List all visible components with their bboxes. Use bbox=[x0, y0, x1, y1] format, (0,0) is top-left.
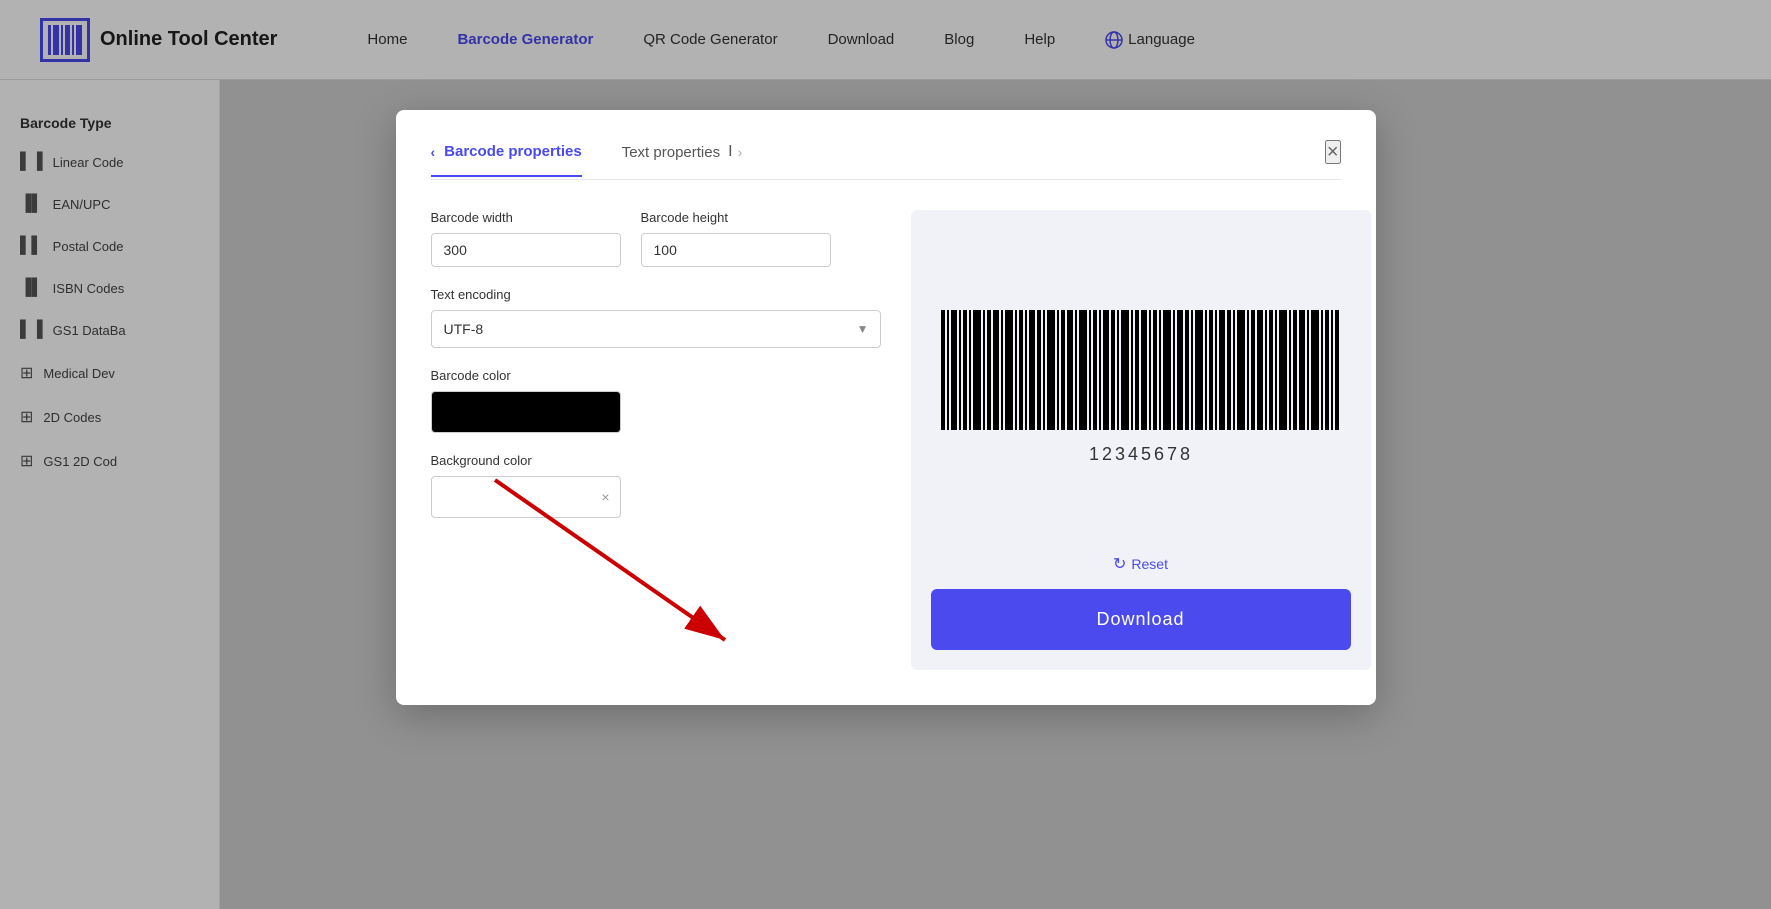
modal: ‹ Barcode properties Text properties I ›… bbox=[396, 110, 1376, 705]
barcode-color-swatch[interactable] bbox=[431, 391, 621, 433]
reset-row: ↻ Reset bbox=[931, 554, 1351, 574]
barcode-height-field: Barcode height ▲ ▼ bbox=[641, 210, 831, 267]
cursor-icon: I bbox=[728, 143, 732, 161]
barcode-width-label: Barcode width bbox=[431, 210, 621, 225]
barcode-color-label: Barcode color bbox=[431, 368, 881, 383]
reset-button[interactable]: ↻ Reset bbox=[1113, 554, 1168, 574]
left-panel: Barcode width ▲ ▼ Barcode height bbox=[431, 210, 881, 670]
barcode-color-black bbox=[432, 392, 620, 432]
barcode-width-input-wrap: ▲ ▼ bbox=[431, 233, 621, 267]
download-button[interactable]: Download bbox=[931, 589, 1351, 650]
barcode-height-label: Barcode height bbox=[641, 210, 831, 225]
encoding-row: Text encoding UTF-8 UTF-16 ISO-8859-1 ▼ bbox=[431, 287, 881, 348]
text-encoding-select-wrap: UTF-8 UTF-16 ISO-8859-1 ▼ bbox=[431, 310, 881, 348]
dimensions-pair: Barcode width ▲ ▼ Barcode height bbox=[431, 210, 881, 267]
modal-body: Barcode width ▲ ▼ Barcode height bbox=[431, 210, 1341, 670]
barcode-height-input-wrap: ▲ ▼ bbox=[641, 233, 831, 267]
chevron-left-icon: ‹ bbox=[431, 144, 436, 160]
reset-label: Reset bbox=[1131, 556, 1168, 572]
barcode-color-row: Barcode color bbox=[431, 368, 881, 433]
background-color-label: Background color bbox=[431, 453, 881, 468]
text-encoding-select[interactable]: UTF-8 UTF-16 ISO-8859-1 bbox=[431, 310, 881, 348]
chevron-right-icon: › bbox=[738, 144, 743, 160]
clear-icon: × bbox=[601, 489, 609, 505]
barcode-width-input[interactable] bbox=[432, 234, 621, 266]
svg-text:12345678: 12345678 bbox=[1088, 444, 1192, 464]
barcode-width-field: Barcode width ▲ ▼ bbox=[431, 210, 621, 267]
barcode-height-input[interactable] bbox=[642, 234, 831, 266]
close-button[interactable]: × bbox=[1325, 140, 1341, 164]
background-color-swatch[interactable]: × bbox=[431, 476, 621, 518]
barcode-preview: 12345678 bbox=[931, 230, 1351, 544]
tab-text-properties[interactable]: Text properties bbox=[622, 144, 720, 176]
modal-header: ‹ Barcode properties Text properties I ›… bbox=[431, 140, 1341, 180]
background-color-row: Background color × bbox=[431, 453, 881, 518]
reset-icon: ↻ bbox=[1113, 554, 1126, 574]
tab-barcode-properties[interactable]: ‹ Barcode properties bbox=[431, 143, 582, 177]
text-encoding-label: Text encoding bbox=[431, 287, 881, 302]
right-panel: 12345678 ↻ Reset Download bbox=[911, 210, 1371, 670]
dimensions-row: Barcode width ▲ ▼ Barcode height bbox=[431, 210, 881, 267]
barcode-svg: 12345678 bbox=[931, 305, 1351, 470]
